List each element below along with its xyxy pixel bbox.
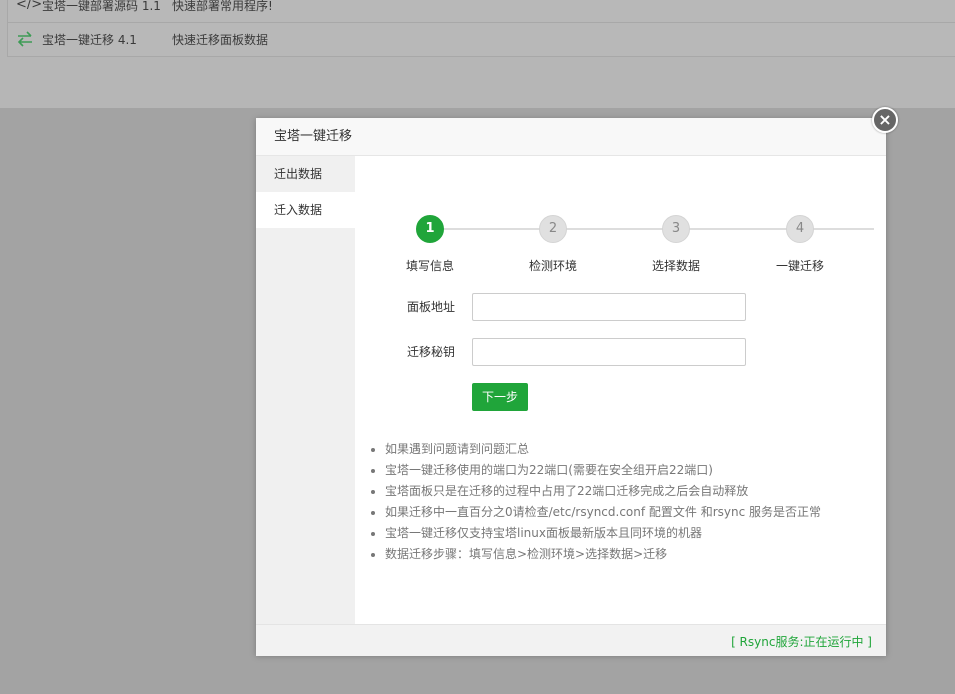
list-item: 宝塔面板只是在迁移的过程中占用了22端口迁移完成之后会自动释放 (385, 481, 821, 502)
next-button[interactable]: 下一步 (472, 383, 528, 411)
step-4: 4 一键迁移 (750, 215, 850, 274)
transfer-icon (16, 31, 36, 47)
dialog-title: 宝塔一键迁移 (256, 118, 886, 156)
close-icon[interactable]: × (872, 107, 898, 133)
step-1: 1 填写信息 (380, 215, 480, 274)
rsync-status: [ Rsync服务:正在运行中 ] (731, 635, 872, 649)
step-label: 检测环境 (528, 259, 577, 273)
step-label: 一键迁移 (775, 259, 824, 273)
dialog-footer: [ Rsync服务:正在运行中 ] (256, 624, 886, 656)
code-icon: </> (16, 0, 43, 12)
sidebar-item-import[interactable]: 迁入数据 (256, 192, 355, 228)
migrate-key-input[interactable] (472, 338, 746, 366)
dialog-content: 1 填写信息 2 检测环境 3 选择数据 4 一键迁移 面板地址 迁移秘钥 下一… (355, 156, 886, 624)
tips-list: 如果遇到问题请到问题汇总 宝塔一键迁移使用的端口为22端口(需要在安全组开启22… (369, 439, 821, 565)
panel-address-label: 面板地址 (406, 300, 455, 314)
plugin-name: 宝塔一键迁移 4.1 (42, 33, 137, 47)
panel-address-input[interactable] (472, 293, 746, 321)
migration-dialog: 宝塔一键迁移 迁出数据 迁入数据 1 填写信息 2 检测环境 3 选择数据 4 … (256, 118, 886, 656)
step-circle: 4 (786, 215, 814, 243)
list-item: 如果迁移中一直百分之0请检查/etc/rsyncd.conf 配置文件 和rsy… (385, 502, 821, 523)
table-row: </> 宝塔一键部署源码 1.1 快速部署常用程序! (8, 0, 955, 22)
plugin-name: 宝塔一键部署源码 1.1 (42, 0, 161, 13)
list-item: 宝塔一键迁移仅支持宝塔linux面板最新版本且同环境的机器 (385, 523, 821, 544)
step-label: 选择数据 (651, 259, 700, 273)
sidebar-item-export[interactable]: 迁出数据 (256, 156, 355, 192)
transfer-arrows-svg (17, 31, 32, 47)
step-circle: 3 (662, 215, 690, 243)
plugin-desc: 快速迁移面板数据 (172, 33, 269, 47)
stepper: 1 填写信息 2 检测环境 3 选择数据 4 一键迁移 (355, 184, 886, 273)
list-item[interactable]: 如果遇到问题请到问题汇总 (385, 439, 821, 460)
step-circle: 2 (539, 215, 567, 243)
list-item: 数据迁移步骤：填写信息>检测环境>选择数据>迁移 (385, 544, 821, 565)
step-3: 3 选择数据 (626, 215, 726, 274)
plugin-desc: 快速部署常用程序! (172, 0, 273, 13)
list-item: 宝塔一键迁移使用的端口为22端口(需要在安全组开启22端口) (385, 460, 821, 481)
step-circle: 1 (416, 215, 444, 243)
panel-address-row: 面板地址 (355, 293, 886, 321)
plugin-table: </> 宝塔一键部署源码 1.1 快速部署常用程序! 宝塔一键迁移 4.1 快速… (7, 0, 955, 57)
step-2: 2 检测环境 (503, 215, 603, 274)
migrate-key-row: 迁移秘钥 (355, 338, 886, 366)
step-label: 填写信息 (405, 259, 454, 273)
background-panel: </> 宝塔一键部署源码 1.1 快速部署常用程序! 宝塔一键迁移 4.1 快速… (0, 0, 955, 108)
dialog-sidebar: 迁出数据 迁入数据 (256, 156, 355, 624)
migrate-key-label: 迁移秘钥 (406, 345, 455, 359)
table-row: 宝塔一键迁移 4.1 快速迁移面板数据 (8, 22, 955, 56)
